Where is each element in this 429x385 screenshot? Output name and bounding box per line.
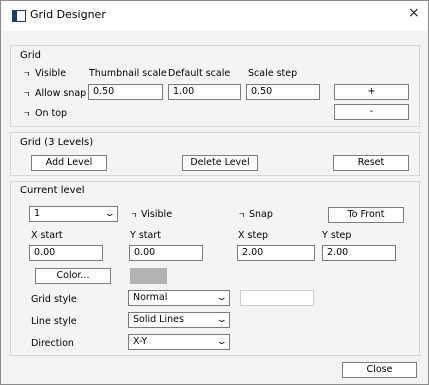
level-select-value: 1 [34,208,41,219]
levels-group-title: Grid (3 Levels) [20,137,94,148]
on-top-checkbox[interactable]: ㄱ [23,109,30,120]
add-level-button[interactable]: Add Level [31,155,107,171]
allow-snap-checkbox[interactable]: ㄱ [23,89,30,100]
y-step-label: Y step [322,230,352,241]
chevron-down-icon: ⌄ [216,315,229,325]
y-start-label: Y start [130,230,161,241]
allow-snap-label: Allow snap [35,88,87,99]
level-visible-checkbox[interactable]: ㄱ [130,210,137,221]
visible-label: Visible [35,68,67,79]
line-style-select[interactable]: Solid Lines ⌄ [128,312,230,328]
grid-style-value: Normal [133,292,168,303]
default-scale-input[interactable]: 1.00 [168,84,241,100]
current-level-title: Current level [20,185,85,196]
snap-checkbox[interactable]: ㄱ [238,210,245,221]
chevron-down-icon: ⌄ [104,209,117,219]
color-swatch[interactable] [130,268,167,284]
default-scale-label: Default scale [168,68,231,79]
line-style-value: Solid Lines [133,314,184,325]
scale-step-label: Scale step [248,68,298,79]
chevron-down-icon: ⌄ [216,337,229,347]
thumbnail-scale-label: Thumbnail scale [89,68,167,79]
scale-minus-button[interactable]: - [334,104,409,120]
grid-style-select[interactable]: Normal ⌄ [128,290,230,306]
x-start-input[interactable]: 0.00 [29,245,103,261]
visible-checkbox[interactable]: ㄱ [23,69,30,80]
level-select[interactable]: 1 ⌄ [29,206,118,222]
close-icon[interactable]: × [408,5,420,21]
thumbnail-scale-input[interactable]: 0.50 [88,84,163,100]
grid-style-preview [240,290,314,306]
window-title: Grid Designer [30,8,106,21]
x-step-input[interactable]: 2.00 [237,245,315,261]
direction-label: Direction [31,338,74,349]
grid-style-label: Grid style [31,294,77,305]
line-style-label: Line style [31,316,77,327]
close-button[interactable]: Close [342,362,417,378]
app-icon [12,10,26,22]
x-step-label: X step [238,230,269,241]
scale-step-input[interactable]: 0.50 [246,84,320,100]
reset-button[interactable]: Reset [333,155,409,171]
delete-level-button[interactable]: Delete Level [182,155,258,171]
chevron-down-icon: ⌄ [216,293,229,303]
to-front-button[interactable]: To Front [328,207,404,223]
y-start-input[interactable]: 0.00 [129,245,203,261]
color-button[interactable]: Color... [35,268,111,284]
on-top-label: On top [35,108,68,119]
y-step-input[interactable]: 2.00 [322,245,396,261]
scale-plus-button[interactable]: + [334,84,409,100]
snap-label: Snap [249,209,273,220]
x-start-label: X start [31,230,63,241]
direction-select[interactable]: X-Y ⌄ [128,334,230,350]
direction-value: X-Y [133,336,148,347]
level-visible-label: Visible [141,209,173,220]
grid-group-title: Grid [20,50,41,61]
